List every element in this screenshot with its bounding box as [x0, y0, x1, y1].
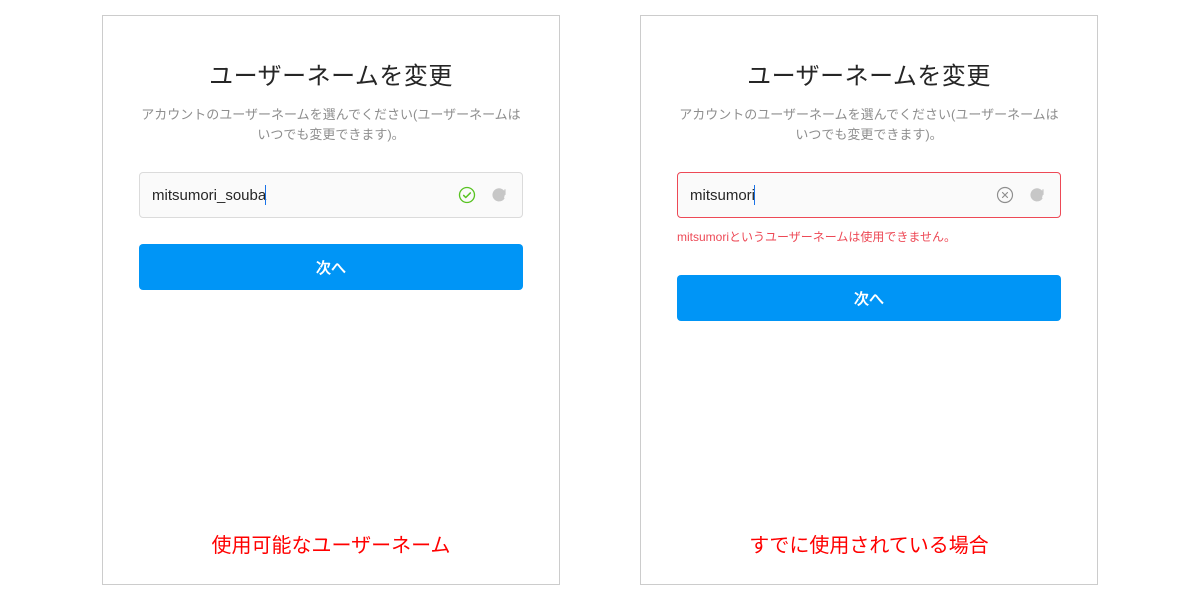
username-input-wrapper[interactable]: mitsumori_souba	[139, 172, 523, 218]
spacer	[139, 290, 523, 529]
username-input[interactable]: mitsumori	[690, 185, 984, 205]
page-subtitle: アカウントのユーザーネームを選んでください(ユーザーネームはいつでも変更できます…	[139, 105, 523, 144]
text-cursor	[265, 185, 266, 205]
username-input-value: mitsumori	[690, 187, 755, 204]
refresh-icon[interactable]	[488, 184, 510, 206]
spacer	[677, 321, 1061, 529]
page-title: ユーザーネームを変更	[139, 56, 523, 91]
error-message: mitsumoriというユーザーネームは使用できません。	[677, 228, 1061, 245]
username-change-panel-valid: ユーザーネームを変更 アカウントのユーザーネームを選んでください(ユーザーネーム…	[102, 15, 560, 585]
username-change-panel-error: ユーザーネームを変更 アカウントのユーザーネームを選んでください(ユーザーネーム…	[640, 15, 1098, 585]
username-input[interactable]: mitsumori_souba	[152, 185, 446, 205]
text-cursor	[754, 185, 755, 205]
page-subtitle: アカウントのユーザーネームを選んでください(ユーザーネームはいつでも変更できます…	[677, 105, 1061, 144]
panel-caption: すでに使用されている場合	[677, 529, 1061, 568]
username-input-value: mitsumori_souba	[152, 187, 266, 204]
username-input-wrapper[interactable]: mitsumori	[677, 172, 1061, 218]
next-button[interactable]: 次へ	[139, 244, 523, 290]
panel-caption: 使用可能なユーザーネーム	[139, 529, 523, 568]
next-button[interactable]: 次へ	[677, 275, 1061, 321]
page-title: ユーザーネームを変更	[677, 56, 1061, 91]
x-circle-icon[interactable]	[994, 184, 1016, 206]
refresh-icon[interactable]	[1026, 184, 1048, 206]
checkmark-circle-icon	[456, 184, 478, 206]
